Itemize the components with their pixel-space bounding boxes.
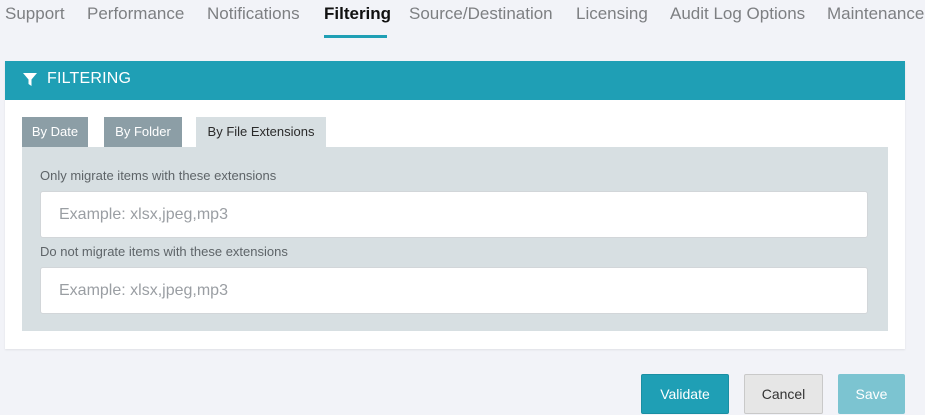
subtab-by-date[interactable]: By Date [22,117,88,147]
tab-support[interactable]: Support [5,4,65,24]
tab-maintenance[interactable]: Maintenance [827,4,924,24]
panel-title: FILTERING [47,70,132,87]
tab-licensing[interactable]: Licensing [576,4,648,24]
subtab-by-file-extensions[interactable]: By File Extensions [196,117,326,147]
subtab-by-folder[interactable]: By Folder [104,117,182,147]
active-tab-indicator [324,35,387,38]
settings-nav: Support Performance Notifications Filter… [0,0,925,40]
filtering-panel: FILTERING By Date By Folder By File Exte… [5,61,905,349]
tab-source-destination[interactable]: Source/Destination [409,4,553,24]
include-extensions-input[interactable] [40,191,868,238]
validate-button[interactable]: Validate [641,374,729,414]
tab-audit-log-options[interactable]: Audit Log Options [670,4,805,24]
tab-notifications[interactable]: Notifications [207,4,300,24]
panel-header: FILTERING [5,61,905,100]
filter-icon [23,73,37,86]
save-button[interactable]: Save [838,374,905,414]
exclude-extensions-label: Do not migrate items with these extensio… [40,244,288,259]
exclude-extensions-input[interactable] [40,267,868,314]
include-extensions-label: Only migrate items with these extensions [40,168,277,183]
tab-filtering[interactable]: Filtering [324,4,391,24]
file-extensions-form: Only migrate items with these extensions… [22,147,888,331]
tab-performance[interactable]: Performance [87,4,184,24]
cancel-button[interactable]: Cancel [744,374,823,414]
